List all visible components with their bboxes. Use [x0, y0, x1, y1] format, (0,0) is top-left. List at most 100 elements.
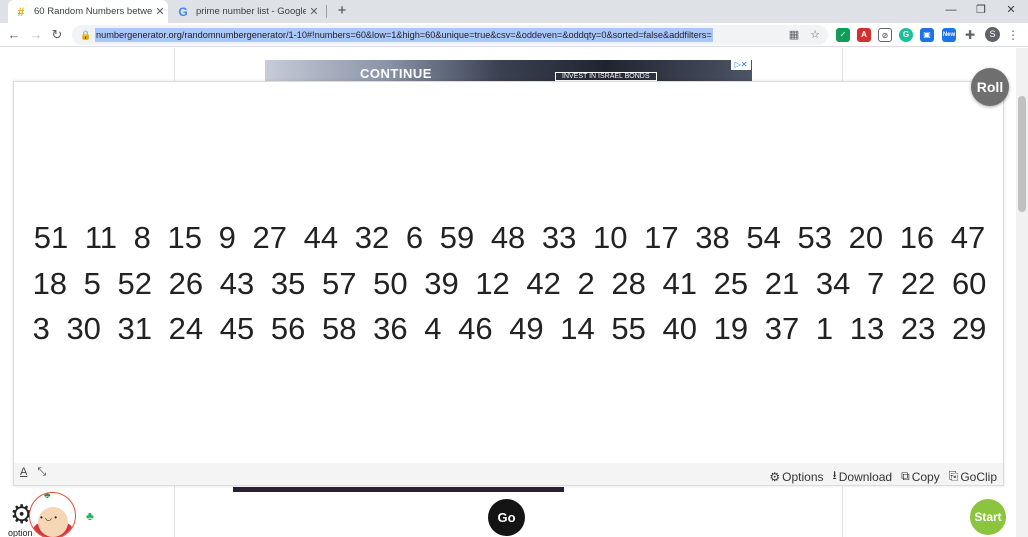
back-icon[interactable]: ← — [5, 26, 23, 44]
tab-separator — [326, 5, 327, 18]
new-tab-icon[interactable]: + — [333, 2, 351, 20]
ad-subline: INVEST IN ISRAEL BONDS — [555, 72, 657, 81]
goclip-label: GoClip — [960, 469, 997, 484]
random-number: 54 — [746, 220, 781, 255]
random-number: 41 — [662, 265, 697, 301]
options-link[interactable]: option — [8, 528, 33, 537]
random-number: 34 — [815, 265, 851, 301]
random-number: 37 — [764, 311, 800, 346]
address-bar[interactable]: 🔒 numbergenerator.org/randomnumbergenera… — [72, 25, 828, 45]
random-number: 60 — [951, 265, 987, 301]
options-button[interactable]: ⚙ Options — [769, 470, 823, 484]
sprout-icon: ♣ — [44, 492, 51, 501]
fullscreen-exit-icon[interactable]: ⤡ — [37, 466, 46, 479]
qr-code-icon[interactable]: ▦ — [787, 28, 801, 42]
random-number: 8 — [133, 220, 151, 255]
random-number: 52 — [117, 265, 153, 301]
random-number: 26 — [168, 265, 204, 301]
random-number: 5 — [83, 265, 101, 301]
goclip-icon: ⎘ — [948, 469, 959, 483]
close-tab-icon[interactable]: ✕ — [152, 5, 168, 18]
random-number: 11 — [84, 220, 118, 255]
tab-title: prime number list - Google Search — [196, 6, 306, 17]
close-tab-icon[interactable]: ✕ — [306, 5, 322, 18]
menu-kebab-icon[interactable]: ⋮ — [1006, 26, 1020, 44]
random-number: 56 — [270, 311, 306, 346]
random-number: 3 — [32, 311, 50, 346]
tab-random-numbers[interactable]: # 60 Random Numbers between 1 ✕ — [8, 0, 168, 23]
goclip-button[interactable]: ⎘ GoClip — [949, 469, 997, 484]
chrome-extension-icon[interactable]: ✓ — [836, 28, 850, 42]
random-number: 24 — [168, 311, 204, 346]
scrollbar[interactable] — [1016, 48, 1028, 537]
scrollbar-thumb[interactable] — [1018, 96, 1026, 212]
random-number: 20 — [848, 220, 884, 255]
profile-avatar[interactable]: S — [985, 27, 1000, 42]
extension-icon[interactable]: ⊘ — [878, 28, 892, 42]
random-number: 40 — [662, 311, 697, 346]
random-number: 6 — [405, 220, 424, 255]
random-number: 22 — [900, 265, 936, 301]
bookmark-star-icon[interactable]: ☆ — [808, 28, 822, 42]
forward-icon[interactable]: → — [27, 26, 45, 44]
random-number: 30 — [66, 311, 101, 346]
random-number: 32 — [354, 220, 390, 255]
ad-headline: CONTINUE — [360, 66, 432, 81]
go-button[interactable]: Go — [488, 499, 525, 536]
bottom-bar: ⚙ option ♣ • ◡ • ♣ Go Start — [0, 489, 1028, 537]
ad-close-icon[interactable]: ▷✕ — [731, 60, 751, 70]
random-number: 51 — [33, 220, 69, 255]
random-number: 1 — [815, 311, 834, 346]
tab-google-search[interactable]: G prime number list - Google Search ✕ — [170, 0, 322, 23]
mascot-face — [38, 507, 68, 537]
copy-icon: ⧉ — [901, 469, 910, 483]
random-number: 50 — [373, 265, 408, 301]
random-number: 45 — [219, 311, 255, 346]
minimize-icon[interactable]: — — [936, 1, 966, 19]
hash-favicon-icon: # — [17, 4, 25, 19]
tab-title: 60 Random Numbers between 1 — [34, 6, 152, 17]
random-number: 28 — [611, 265, 646, 301]
grammarly-extension-icon[interactable]: G — [899, 28, 913, 42]
ad-banner[interactable]: CONTINUE INVEST IN ISRAEL BONDS ▷✕ — [265, 60, 752, 82]
random-number: 16 — [899, 220, 935, 255]
random-number: 19 — [713, 311, 749, 346]
random-number: 55 — [611, 311, 646, 346]
random-number: 21 — [764, 265, 800, 301]
download-label: Download — [838, 469, 893, 484]
acrobat-extension-icon[interactable]: A — [857, 28, 871, 42]
random-number: 48 — [490, 220, 526, 255]
restore-icon[interactable]: ❐ — [966, 1, 996, 19]
random-number: 43 — [219, 265, 255, 301]
random-number: 31 — [117, 311, 153, 346]
extensions-puzzle-icon[interactable]: ✚ — [963, 28, 977, 42]
copy-button[interactable]: ⧉ Copy — [901, 469, 940, 484]
window-close-icon[interactable]: ✕ — [996, 1, 1026, 19]
random-number: 44 — [303, 220, 339, 255]
random-number: 2 — [577, 265, 595, 301]
random-number: 13 — [849, 311, 885, 346]
mascot-eyes: • ◡ • — [40, 513, 58, 522]
random-number: 15 — [167, 220, 202, 255]
mascot-avatar[interactable]: ♣ • ◡ • — [29, 492, 76, 537]
clover-icon[interactable]: ♣ — [86, 509, 94, 523]
lock-icon: 🔒 — [80, 30, 92, 40]
random-number: 12 — [475, 265, 510, 301]
url-text[interactable]: numbergenerator.org/randomnumbergenerato… — [95, 28, 713, 42]
roll-button[interactable]: Roll — [971, 68, 1009, 106]
random-numbers-list: 51 11 8 15 9 27 44 32 6 59 48 33 10 17 3… — [20, 215, 999, 352]
reload-icon[interactable]: ↻ — [48, 26, 66, 44]
random-number: 39 — [424, 265, 459, 301]
random-number: 35 — [270, 265, 306, 301]
random-number: 14 — [560, 311, 595, 346]
start-button[interactable]: Start — [970, 499, 1006, 535]
random-number: 47 — [950, 220, 986, 255]
random-number: 38 — [695, 220, 730, 255]
random-number: 53 — [797, 220, 832, 255]
new-extension-icon[interactable]: New — [942, 28, 956, 42]
extension-icon[interactable]: ▣ — [920, 28, 934, 42]
text-size-icon[interactable]: A — [20, 466, 27, 479]
copy-label: Copy — [911, 469, 940, 484]
gear-icon: ⚙ — [769, 469, 781, 484]
download-button[interactable]: ⭳ Download — [833, 466, 893, 487]
